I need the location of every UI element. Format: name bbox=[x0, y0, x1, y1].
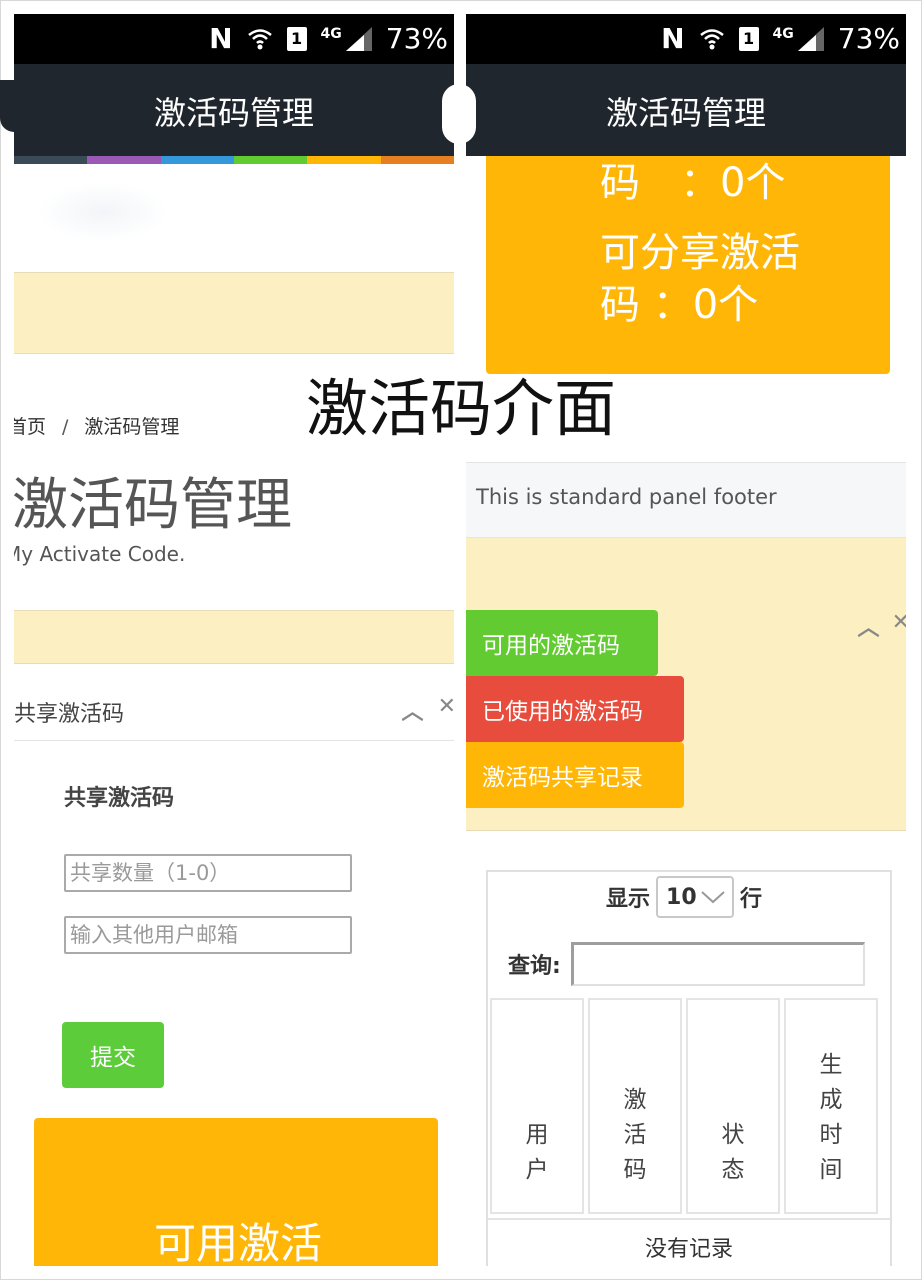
rows-label: 行 bbox=[740, 887, 763, 912]
close-icon[interactable]: ✕ bbox=[438, 694, 454, 726]
close-icon[interactable]: ✕ bbox=[892, 610, 906, 642]
stat-line: 码 ：0个 bbox=[600, 160, 786, 206]
collapse-icon[interactable]: ︿ bbox=[402, 694, 424, 726]
page-subtitle: My Activate Code. bbox=[14, 542, 186, 566]
notice-band bbox=[14, 272, 454, 354]
collapse-icon[interactable]: ︿ bbox=[858, 610, 880, 642]
right-phone-screen: 码 ：0个 可分享激活 码 ：0个 N 1 4G 73% 激活码管理 This … bbox=[466, 14, 906, 1266]
stat-box-label: 可用激活 bbox=[154, 1219, 323, 1266]
signal-strength-icon bbox=[345, 26, 372, 51]
stat-line: 码 ：0个 bbox=[600, 282, 759, 328]
header-title: 激活码管理 bbox=[153, 94, 314, 132]
wifi-icon bbox=[699, 28, 724, 49]
network-type-label: 4G bbox=[772, 25, 794, 42]
color-strip bbox=[14, 156, 454, 164]
panel-footer: This is standard panel footer bbox=[466, 462, 906, 538]
status-bar: N 1 4G 73% bbox=[466, 14, 906, 64]
sim-card-icon: 1 bbox=[738, 26, 759, 51]
column-header-code[interactable]: 激活码 bbox=[588, 998, 682, 1214]
color-strip-segment bbox=[307, 156, 381, 164]
color-strip-segment bbox=[14, 156, 88, 164]
nfc-icon: N bbox=[661, 22, 685, 55]
app-header: 激活码管理 bbox=[466, 64, 906, 156]
page-length-select[interactable]: 10 bbox=[656, 876, 735, 918]
notice-band bbox=[14, 610, 454, 664]
logo-placeholder bbox=[38, 182, 168, 242]
search-label: 查询: bbox=[508, 954, 561, 979]
codes-table: 显示 10 行 查询: 用户 激活码 状态 生成时间 没有记录 bbox=[486, 870, 892, 1266]
chevron-down-icon bbox=[701, 891, 725, 904]
submit-button[interactable]: 提交 bbox=[62, 1022, 164, 1088]
breadcrumb-separator: / bbox=[62, 416, 69, 438]
frame-edge bbox=[0, 80, 14, 132]
color-strip-segment bbox=[87, 156, 161, 164]
app-header: 激活码管理 bbox=[14, 64, 454, 156]
page-title: 激活码管理 bbox=[14, 473, 292, 538]
status-bar: N 1 4G 73% bbox=[14, 14, 454, 64]
column-header-label: 激活码 bbox=[623, 1087, 647, 1183]
left-phone-screen: N 1 4G 73% 激活码管理 首页 / 激活码管理 激活码管理 My Act… bbox=[14, 14, 454, 1266]
wifi-icon bbox=[247, 28, 272, 49]
used-codes-button[interactable]: 已使用的激活码 bbox=[466, 676, 684, 742]
stat-line: 可分享激活 bbox=[600, 230, 800, 276]
share-box-title: 共享激活码 bbox=[14, 702, 125, 727]
available-codes-stat-box: 可用激活 bbox=[34, 1118, 438, 1266]
panel-footer-text: This is standard panel footer bbox=[476, 485, 777, 509]
color-strip-segment bbox=[233, 156, 308, 164]
show-label: 显示 bbox=[606, 887, 651, 912]
header-title: 激活码管理 bbox=[605, 94, 766, 132]
frame-edge bbox=[442, 84, 476, 144]
page-length-value: 10 bbox=[666, 884, 697, 910]
column-header-label: 状态 bbox=[721, 1122, 745, 1183]
search-input[interactable] bbox=[570, 942, 865, 986]
battery-level: 73% bbox=[837, 22, 900, 55]
column-header-label: 生成时间 bbox=[819, 1052, 843, 1183]
breadcrumb-current: 激活码管理 bbox=[84, 416, 180, 438]
column-header-user[interactable]: 用户 bbox=[490, 998, 584, 1214]
breadcrumb: 首页 / 激活码管理 bbox=[14, 412, 179, 439]
nfc-icon: N bbox=[209, 22, 233, 55]
color-strip-segment bbox=[380, 156, 454, 164]
signal-strength-icon bbox=[797, 26, 824, 51]
battery-level: 73% bbox=[385, 22, 448, 55]
column-header-status[interactable]: 状态 bbox=[686, 998, 780, 1214]
share-box-header: 共享激活码 ︿ ✕ bbox=[14, 676, 454, 741]
share-history-button[interactable]: 激活码共享记录 bbox=[466, 742, 684, 808]
column-header-label: 用户 bbox=[525, 1122, 549, 1183]
page-length-control: 显示 10 行 bbox=[606, 876, 762, 918]
color-strip-segment bbox=[160, 156, 234, 164]
available-codes-button[interactable]: 可用的激活码 bbox=[466, 610, 658, 676]
sim-card-icon: 1 bbox=[286, 26, 307, 51]
empty-table-message: 没有记录 bbox=[488, 1218, 890, 1266]
network-type-label: 4G bbox=[320, 25, 342, 42]
share-quantity-input[interactable] bbox=[64, 854, 352, 892]
code-list-panel: ︿ ✕ 可用的激活码 已使用的激活码 激活码共享记录 bbox=[466, 538, 906, 831]
share-form-title: 共享激活码 bbox=[64, 786, 175, 811]
column-header-created[interactable]: 生成时间 bbox=[784, 998, 878, 1214]
breadcrumb-home[interactable]: 首页 bbox=[14, 416, 46, 438]
search-control: 查询: bbox=[508, 942, 865, 986]
recipient-email-input[interactable] bbox=[64, 916, 352, 954]
